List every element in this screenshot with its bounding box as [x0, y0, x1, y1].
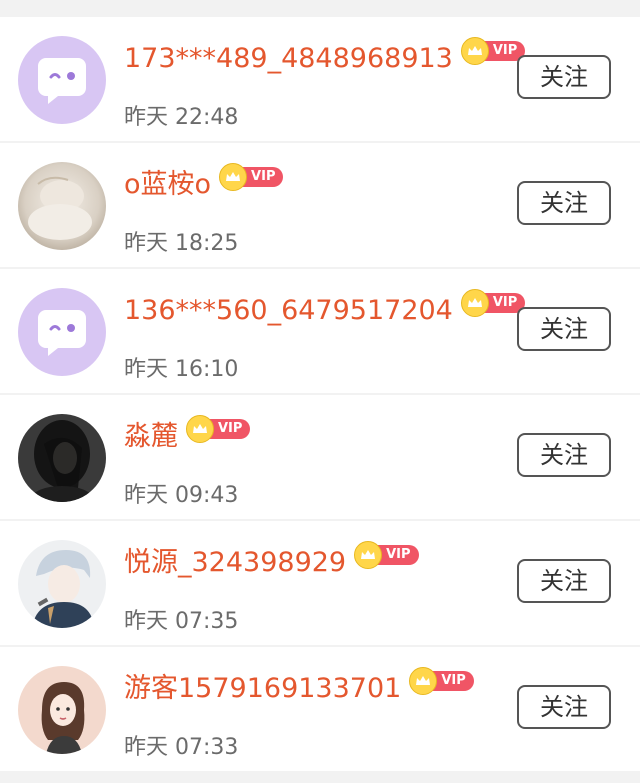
vip-badge: VIP	[460, 37, 526, 65]
default-chat-bubble-icon	[18, 288, 106, 376]
list-item[interactable]: o蓝桉o VIP 昨天 18:25 关注	[0, 143, 640, 267]
crown-icon	[354, 541, 383, 569]
illustration-avatar-icon	[18, 666, 106, 754]
crown-icon	[186, 415, 214, 443]
avatar[interactable]	[18, 288, 106, 376]
user-name[interactable]: o蓝桉o	[124, 166, 211, 204]
list-item[interactable]: 173***489_4848968913 VIP 昨天 22:48 关注	[0, 17, 640, 141]
user-name-row: 136***560_6479517204 VIP	[124, 289, 526, 330]
illustration-avatar-icon	[18, 540, 106, 628]
crown-icon	[460, 289, 489, 317]
user-name[interactable]: 悦源_324398929	[124, 544, 346, 582]
user-name-row: 游客1579169133701 VIP	[124, 667, 474, 708]
follow-button[interactable]: 关注	[517, 307, 611, 351]
vip-label: VIP	[376, 545, 419, 565]
vip-label: VIP	[431, 671, 474, 691]
crown-icon	[460, 37, 489, 65]
vip-label: VIP	[241, 167, 284, 187]
vip-badge: VIP	[354, 541, 419, 569]
photo-avatar-icon	[18, 414, 106, 502]
user-name[interactable]: 173***489_4848968913	[124, 40, 453, 78]
visit-time: 昨天 18:25	[124, 231, 239, 256]
avatar[interactable]	[18, 666, 106, 754]
visit-time: 昨天 07:35	[124, 609, 239, 634]
avatar[interactable]	[18, 36, 106, 124]
follow-button[interactable]: 关注	[517, 55, 611, 99]
follow-button[interactable]: 关注	[517, 685, 611, 729]
vip-badge: VIP	[460, 289, 526, 317]
user-name[interactable]: 游客1579169133701	[124, 670, 401, 708]
user-name-row: 淼麓 VIP	[124, 415, 251, 456]
photo-avatar-icon	[18, 162, 106, 250]
visit-time: 昨天 07:33	[124, 735, 239, 760]
user-name-row: 悦源_324398929 VIP	[124, 541, 419, 582]
follow-button[interactable]: 关注	[517, 433, 611, 477]
follow-button[interactable]: 关注	[517, 181, 611, 225]
vip-badge: VIP	[409, 667, 474, 695]
user-name[interactable]: 136***560_6479517204	[124, 292, 453, 330]
list-item[interactable]: 淼麓 VIP 昨天 09:43 关注	[0, 395, 640, 519]
user-name[interactable]: 淼麓	[124, 418, 178, 456]
user-list: 173***489_4848968913 VIP 昨天 22:48 关注 o蓝桉…	[0, 0, 640, 783]
list-item[interactable]: 136***560_6479517204 VIP 昨天 16:10 关注	[0, 269, 640, 393]
avatar[interactable]	[18, 162, 106, 250]
vip-badge: VIP	[186, 415, 251, 443]
user-name-row: 173***489_4848968913 VIP	[124, 37, 526, 78]
user-name-row: o蓝桉o VIP	[124, 163, 284, 204]
list-item[interactable]: 游客1579169133701 VIP 昨天 07:33 关注	[0, 647, 640, 771]
avatar[interactable]	[18, 414, 106, 502]
default-chat-bubble-icon	[18, 36, 106, 124]
follow-button[interactable]: 关注	[517, 559, 611, 603]
visit-time: 昨天 09:43	[124, 483, 239, 508]
list-item[interactable]: 悦源_324398929 VIP 昨天 07:35 关注	[0, 521, 640, 645]
avatar[interactable]	[18, 540, 106, 628]
crown-icon	[219, 163, 248, 191]
visit-time: 昨天 22:48	[124, 105, 239, 130]
vip-label: VIP	[208, 419, 251, 439]
vip-badge: VIP	[219, 163, 284, 191]
visit-time: 昨天 16:10	[124, 357, 239, 382]
